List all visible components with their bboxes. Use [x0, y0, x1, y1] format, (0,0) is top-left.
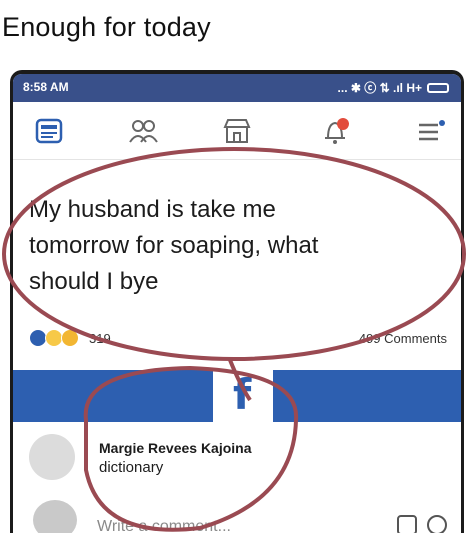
commenter-avatar[interactable]: [29, 434, 75, 480]
post-text-line: tomorrow for soaping, what: [29, 232, 319, 259]
comments-count[interactable]: 499 Comments: [359, 331, 447, 346]
status-bar: 8:58 AM ... ✱ ⓒ ⇅ .ıl H+: [13, 74, 461, 102]
comment-bubble: Margie Revees Kajoina dictionary: [89, 432, 289, 484]
marketplace-icon[interactable]: [219, 114, 255, 148]
status-time: 8:58 AM: [23, 80, 69, 94]
facebook-logo-icon: f: [233, 370, 252, 419]
composer-icons: [397, 515, 447, 533]
phone-screenshot: 8:58 AM ... ✱ ⓒ ⇅ .ıl H+ My husband is t…: [10, 70, 464, 533]
friends-icon[interactable]: [125, 114, 161, 148]
comment-author[interactable]: Margie Revees Kajoina: [99, 440, 279, 456]
menu-icon[interactable]: [413, 114, 449, 148]
meme-caption: Enough for today: [2, 12, 211, 42]
user-avatar: [33, 500, 77, 533]
status-indicators: ... ✱ ⓒ ⇅ .ıl H+: [338, 79, 449, 96]
status-indicator-text: ... ✱ ⓒ ⇅ .ıl H+: [337, 81, 422, 95]
shared-link-banner[interactable]: f: [13, 370, 461, 422]
post-text: My husband is take me tomorrow for soapi…: [29, 192, 429, 300]
post-text-line: My husband is take me: [29, 196, 276, 223]
reaction-count: 319: [89, 330, 111, 346]
comment-text: dictionary: [99, 459, 164, 476]
post-text-line: should I bye: [29, 268, 159, 295]
camera-icon[interactable]: [397, 515, 417, 533]
nav-bar: [13, 102, 461, 160]
emoji-icon[interactable]: [427, 515, 447, 533]
battery-icon: [427, 82, 449, 93]
notifications-icon[interactable]: [318, 114, 354, 148]
wow-reaction-icon: [61, 329, 79, 347]
news-feed-icon[interactable]: [31, 114, 67, 148]
comment-input[interactable]: Write a comment...: [97, 518, 231, 533]
reactions-summary[interactable]: 319: [29, 329, 111, 347]
